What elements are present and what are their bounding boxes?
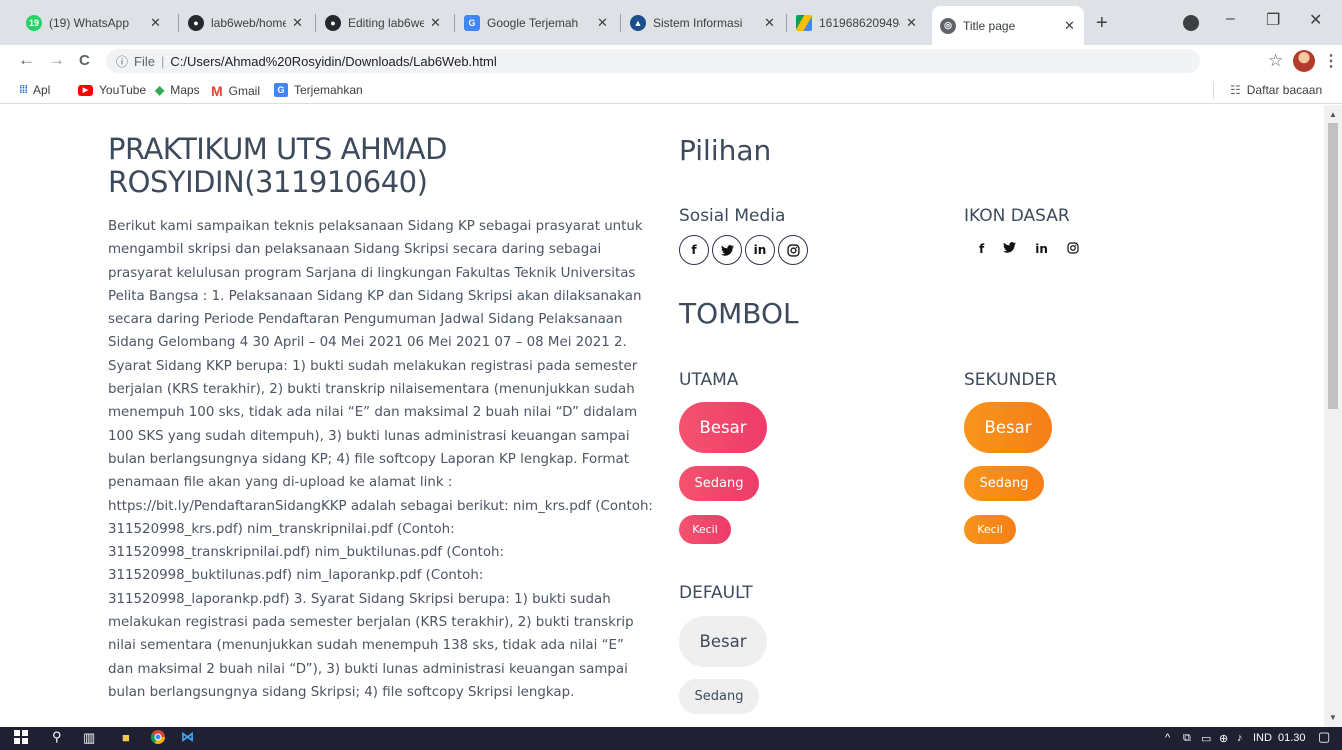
bookmark-gmail[interactable]: M Gmail [211,83,260,99]
scrollbar-thumb[interactable] [1328,123,1338,409]
page-title: PRAKTIKUM UTS AHMAD ROSYIDIN(311910640) [108,132,447,199]
address-path: C:/Users/Ahmad%20Rosyidin/Downloads/Lab6… [170,53,497,69]
bookmarks-bar: ⁞⁞⁞ Apl ▶ YouTube ◆ Maps M Gmail G Terje… [0,77,1342,104]
youtube-icon: ▶ [78,84,93,96]
gmail-icon: M [211,83,223,99]
scroll-down-arrow-icon[interactable]: ▼ [1329,713,1337,722]
drive-icon [796,15,812,31]
university-logo-icon: ▲ [630,15,646,31]
secondary-large-button[interactable]: Besar [964,402,1052,453]
secondary-small-button[interactable]: Kecil [964,515,1016,544]
primary-medium-button[interactable]: Sedang [679,466,759,501]
close-tab-icon[interactable]: ✕ [764,15,776,31]
pilihan-heading: Pilihan [679,134,772,167]
github-icon: ● [325,15,341,31]
social-media-heading: Sosial Media [679,206,786,226]
basic-icons-heading: IKON DASAR [964,206,1070,226]
reading-list[interactable]: ☷ Daftar bacaan [1230,83,1322,97]
tray-app-icon[interactable]: ⧉ [1183,732,1191,745]
close-tab-icon[interactable]: ✕ [597,15,609,31]
tray-chevron-icon[interactable]: ^ [1165,732,1170,744]
close-tab-icon[interactable]: ✕ [292,15,304,31]
article-body: Berikut kami sampaikan teknis pelaksanaa… [108,219,653,700]
tab-editing-lab6web[interactable]: ● Editing lab6web/ ✕ [317,8,450,38]
bookmark-apps[interactable]: ⁞⁞⁞ Apl [19,83,50,97]
basic-icon-row: f in [979,242,1079,257]
address-scheme: File [134,53,155,69]
forward-button[interactable]: → [48,50,65,70]
back-button[interactable]: ← [18,50,35,70]
apps-grid-icon: ⁞⁞⁞ [19,84,28,96]
network-icon[interactable]: ⊕ [1219,732,1228,745]
translate-icon: G [274,83,288,97]
clock-time[interactable]: 01.30 [1278,732,1306,744]
address-bar[interactable]: ⓘ File | C:/Users/Ahmad%20Rosyidin/Downl… [106,49,1200,73]
windows-start-icon[interactable] [14,730,28,747]
tab-lab6web-home[interactable]: ● lab6web/home.ht ✕ [180,8,312,38]
info-icon[interactable]: ⓘ [116,53,128,70]
tab-title-page[interactable]: ◎ Title page ✕ [932,6,1084,45]
bookmark-star-icon[interactable]: ☆ [1268,51,1283,71]
minimize-button[interactable]: – [1226,10,1235,28]
profile-icon[interactable] [1183,15,1199,31]
default-large-button[interactable]: Besar [679,616,767,667]
task-view-icon[interactable]: ▥ [83,730,95,746]
social-icon-row: f in [679,235,808,265]
volume-icon[interactable]: ♪ [1237,732,1243,744]
tab-google-translate[interactable]: G Google Terjemah ✕ [456,8,617,38]
linkedin-icon[interactable]: in [745,235,775,265]
tab-strip: 19 (19) WhatsApp ✕ ● lab6web/home.ht ✕ ●… [0,0,1342,45]
search-icon[interactable]: ⚲ [52,729,62,745]
github-icon: ● [188,15,204,31]
facebook-icon[interactable]: f [679,235,709,265]
tombol-heading: TOMBOL [679,297,799,330]
translate-icon: G [464,15,480,31]
globe-icon: ◎ [940,17,956,34]
restore-button[interactable]: ❐ [1266,10,1280,30]
chrome-icon[interactable] [151,730,165,747]
input-language[interactable]: IND [1253,732,1272,744]
vscode-icon[interactable]: ⋈ [181,729,194,745]
maps-icon: ◆ [155,83,165,97]
bookmark-translate[interactable]: G Terjemahkan [274,83,363,97]
avatar[interactable] [1293,50,1315,72]
close-tab-icon[interactable]: ✕ [1064,18,1076,34]
close-tab-icon[interactable]: ✕ [150,15,162,31]
windows-taskbar: ⚲ ▥ ■ ⋈ ^ ⧉ ▭ ⊕ ♪ [0,727,1342,750]
bookmark-youtube[interactable]: ▶ YouTube [78,83,146,97]
close-window-button[interactable]: ✕ [1309,10,1322,30]
battery-icon[interactable]: ▭ [1201,732,1211,745]
tab-drive-file[interactable]: 1619686209494_( ✕ [788,8,926,38]
close-tab-icon[interactable]: ✕ [906,15,918,31]
primary-small-button[interactable]: Kecil [679,515,731,544]
page-viewport: PRAKTIKUM UTS AHMAD ROSYIDIN(311910640) … [0,105,1324,727]
file-explorer-icon[interactable]: ■ [122,730,130,745]
instagram-icon[interactable] [1067,242,1079,257]
facebook-icon[interactable]: f [979,242,984,257]
page-scrollbar[interactable]: ▲ ▼ [1324,105,1342,727]
primary-large-button[interactable]: Besar [679,402,767,453]
twitter-icon[interactable] [712,235,742,265]
default-heading: DEFAULT [679,583,753,603]
bookmark-maps[interactable]: ◆ Maps [155,83,200,97]
reading-list-icon: ☷ [1230,83,1241,97]
secondary-medium-button[interactable]: Sedang [964,466,1044,501]
notifications-icon[interactable]: ▢ [1318,729,1330,745]
twitter-icon[interactable] [1003,242,1017,257]
scroll-up-arrow-icon[interactable]: ▲ [1329,110,1337,119]
instagram-icon[interactable] [778,235,808,265]
linkedin-icon[interactable]: in [1035,242,1048,257]
reload-button[interactable]: C [79,52,90,69]
default-medium-button[interactable]: Sedang [679,679,759,714]
menu-icon[interactable]: ⋮ [1323,51,1339,71]
utama-heading: UTAMA [679,370,739,390]
close-tab-icon[interactable]: ✕ [430,15,442,31]
whatsapp-icon: 19 [26,15,42,31]
tab-whatsapp[interactable]: 19 (19) WhatsApp ✕ [18,8,170,38]
sekunder-heading: SEKUNDER [964,370,1058,390]
tab-sistem-informasi[interactable]: ▲ Sistem Informasi ✕ [622,8,784,38]
new-tab-button[interactable]: + [1096,12,1108,35]
browser-toolbar: ← → C ⓘ File | C:/Users/Ahmad%20Rosyidin… [0,45,1342,77]
